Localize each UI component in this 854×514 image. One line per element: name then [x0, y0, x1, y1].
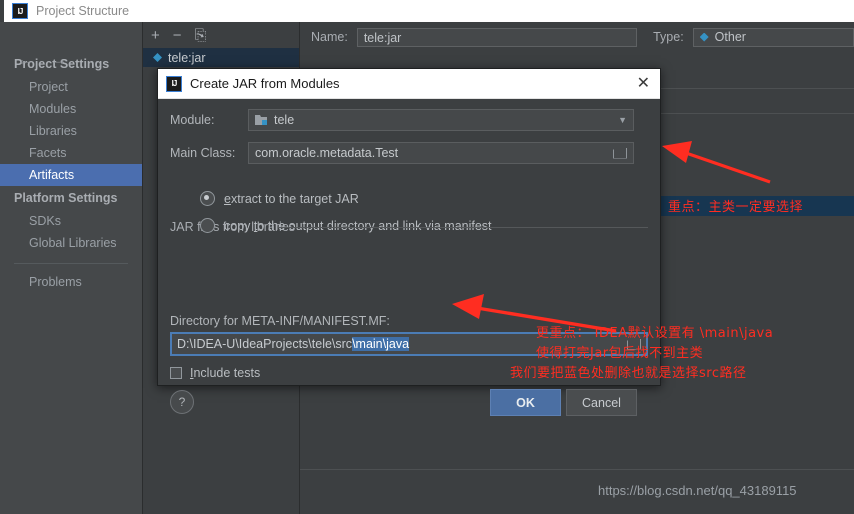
radio-extract-icon[interactable] — [200, 191, 215, 206]
artifact-diamond-icon — [153, 53, 162, 62]
artifact-name-row: Name: tele:jar Type: Other — [300, 22, 854, 52]
dialog-intellij-logo-icon: IJ — [166, 75, 182, 92]
module-folder-icon — [255, 115, 267, 125]
radio-extract-mnemonic: e — [224, 191, 231, 206]
type-diamond-icon — [699, 32, 709, 42]
main-class-value: com.oracle.metadata.Test — [255, 146, 399, 160]
add-artifact-icon[interactable]: + — [151, 28, 160, 43]
sidebar-group-platform-settings: Platform Settings — [14, 191, 118, 205]
directory-text-plain: D:\IDEA-U\IdeaProjects\tele\src — [177, 337, 353, 351]
forward-arrow-icon[interactable]: → — [42, 51, 76, 68]
browse-folder-icon[interactable] — [613, 148, 627, 159]
dialog-title-bar: IJ Create JAR from Modules ✕ — [158, 69, 660, 99]
jar-files-legend-text: JAR files from libraries — [170, 220, 296, 234]
module-label: Module: — [170, 113, 215, 127]
directory-label: Directory for META-INF/MANIFEST.MF: — [170, 314, 390, 328]
window-title-bar: IJ Project Structure — [0, 0, 854, 23]
window-left-edge — [0, 0, 4, 22]
artifacts-list: tele:jar — [143, 48, 299, 67]
sidebar-item-problems[interactable]: Problems — [0, 271, 142, 293]
cancel-button[interactable]: Cancel — [566, 389, 637, 416]
name-label: Name: — [311, 30, 348, 44]
type-value: Other — [714, 29, 746, 44]
annotation-line-3: 我们要把蓝色处删除也就是选择src路径 — [510, 366, 747, 381]
include-tests-checkbox[interactable] — [170, 367, 182, 379]
dialog-title: Create JAR from Modules — [190, 76, 340, 91]
name-input[interactable]: tele:jar — [356, 27, 638, 47]
watermark-url: https://blog.csdn.net/qq_43189115 — [598, 483, 797, 498]
radio-copy-icon[interactable] — [200, 218, 215, 233]
sidebar-nav-arrows: ← → — [8, 44, 142, 74]
main-class-input[interactable]: com.oracle.metadata.Test — [248, 142, 634, 164]
copy-artifact-icon[interactable]: ⎘ — [195, 28, 207, 43]
sidebar-item-libraries[interactable]: Libraries — [0, 120, 142, 142]
sidebar-item-facets[interactable]: Facets — [0, 142, 142, 164]
radio-extract-rest: xtract to the target JAR — [230, 191, 359, 206]
type-select[interactable]: Other — [692, 27, 854, 47]
window-title: Project Structure — [36, 4, 130, 18]
annotation-line-1: 更重点： IDEA默认设置有 \main\java — [536, 326, 774, 341]
radio-extract-label: extract to the target JAR — [224, 192, 359, 206]
include-tests-row[interactable]: Include tests — [170, 366, 260, 380]
close-icon[interactable]: ✕ — [637, 75, 650, 92]
annotation-main-class: 重点：主类一定要选择 — [668, 200, 804, 215]
sidebar-item-project[interactable]: Project — [0, 76, 142, 98]
artifact-label: tele:jar — [168, 50, 206, 65]
sidebar-item-global-libraries[interactable]: Global Libraries — [0, 232, 142, 254]
type-label: Type: — [653, 30, 684, 44]
main-class-label: Main Class: — [170, 146, 236, 160]
intellij-logo-icon: IJ — [12, 3, 28, 19]
radio-extract-row[interactable]: extract to the target JAR — [200, 191, 660, 206]
chevron-down-icon: ▼ — [618, 115, 627, 125]
include-tests-rest: nclude tests — [193, 366, 261, 380]
main-class-row: Main Class: com.oracle.metadata.Test — [170, 141, 660, 165]
module-select[interactable]: tele ▼ — [248, 109, 634, 131]
jar-files-legend: JAR files from libraries — [170, 220, 648, 234]
sidebar-item-modules[interactable]: Modules — [0, 98, 142, 120]
include-tests-label: Include tests — [190, 366, 260, 380]
module-row: Module: tele ▼ — [170, 108, 660, 132]
remove-artifact-icon[interactable]: − — [173, 28, 182, 43]
dialog-help-button[interactable]: ? — [170, 390, 194, 414]
legend-divider — [278, 227, 648, 228]
list-item[interactable]: tele:jar — [143, 48, 299, 67]
sidebar-divider — [14, 263, 128, 264]
module-value: tele — [274, 113, 295, 127]
sidebar-item-sdks[interactable]: SDKs — [0, 210, 142, 232]
annotation-line-2: 使得打完Jar包后找不到主类 — [536, 346, 704, 361]
ok-button[interactable]: OK — [490, 389, 561, 416]
directory-text-selected: \main\java — [352, 337, 410, 351]
settings-sidebar: ← → Project Settings Project Modules Lib… — [0, 22, 143, 514]
sidebar-item-artifacts[interactable]: Artifacts — [0, 164, 142, 186]
back-arrow-icon[interactable]: ← — [8, 51, 42, 68]
artifacts-toolbar: + − ⎘ — [143, 22, 299, 48]
